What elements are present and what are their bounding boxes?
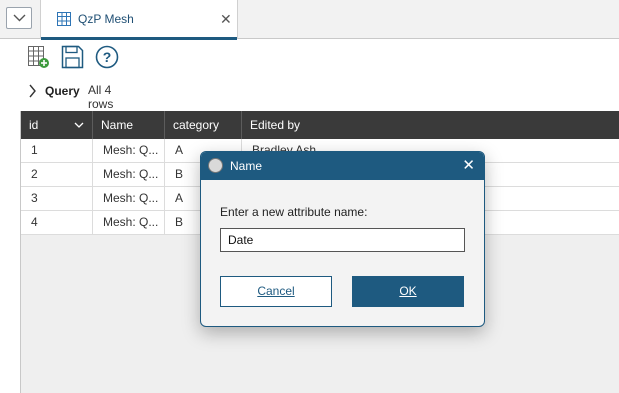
save-icon[interactable] [61,45,84,69]
attribute-name-input[interactable] [220,228,465,252]
tab-list-dropdown-button[interactable] [6,7,32,29]
dialog-title-bar[interactable]: Name ✕ [201,152,484,180]
column-header-name[interactable]: Name [93,111,165,139]
dialog-title: Name [230,159,263,173]
column-header-category[interactable]: category [165,111,242,139]
query-summary: All 4 rows [88,83,114,111]
column-header-edited-by[interactable]: Edited by [242,111,619,139]
cell-id[interactable]: 1 [21,139,93,162]
ok-button[interactable]: OK [352,276,464,307]
close-icon[interactable]: ✕ [220,12,232,26]
help-icon[interactable]: ? [95,45,119,69]
column-header-label: id [29,118,39,132]
tab-label: QzP Mesh [78,12,134,26]
cell-name[interactable]: Mesh: Q... [93,163,165,186]
tab-qzp-mesh[interactable]: QzP Mesh ✕ [40,0,238,40]
cell-id[interactable]: 2 [21,163,93,186]
column-header-label: Edited by [250,118,301,132]
svg-text:?: ? [103,49,112,65]
add-column-icon[interactable] [28,45,50,69]
cell-name[interactable]: Mesh: Q... [93,211,165,234]
cell-id[interactable]: 4 [21,211,93,234]
tab-strip: QzP Mesh ✕ [0,0,619,40]
column-header-label: category [173,118,220,132]
column-header-id[interactable]: id [21,111,93,139]
dialog-prompt: Enter a new attribute name: [220,205,368,219]
chevron-down-icon[interactable] [74,122,84,128]
chevron-down-icon [13,14,26,22]
query-label[interactable]: Query [45,84,80,98]
table-icon [57,12,71,26]
chevron-right-icon[interactable] [28,84,37,98]
column-header-label: Name [101,118,134,132]
cancel-button[interactable]: Cancel [220,276,332,307]
close-icon[interactable]: ✕ [462,158,475,173]
cell-name[interactable]: Mesh: Q... [93,139,165,162]
app-icon [208,158,223,173]
grid-header: id Name category Edited by [21,111,619,139]
cell-id[interactable]: 3 [21,187,93,210]
rename-attribute-dialog: Name ✕ Enter a new attribute name: Cance… [200,151,485,327]
cell-name[interactable]: Mesh: Q... [93,187,165,210]
